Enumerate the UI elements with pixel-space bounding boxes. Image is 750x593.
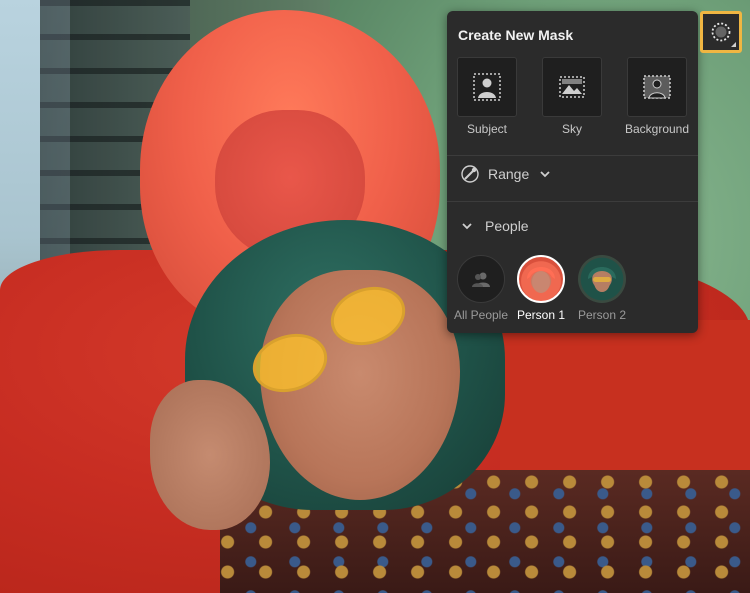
people-icon xyxy=(472,272,490,287)
subject-mask-button[interactable] xyxy=(457,57,517,117)
range-label: Range xyxy=(488,166,530,182)
panel-title: Create New Mask xyxy=(458,27,574,43)
chevron-down-icon xyxy=(462,223,472,230)
person-2-label: Person 2 xyxy=(577,308,627,322)
dropdown-corner-icon xyxy=(731,42,736,47)
sky-label: Sky xyxy=(561,122,582,136)
divider xyxy=(447,201,698,202)
person-face-icon xyxy=(527,267,555,293)
person-face-icon xyxy=(588,267,616,292)
person-1-avatar[interactable] xyxy=(517,255,565,303)
background-label: Background xyxy=(624,122,690,136)
sky-mask-button[interactable] xyxy=(542,57,602,117)
background-mask-button[interactable] xyxy=(627,57,687,117)
mask-circle-icon xyxy=(711,22,731,42)
create-mask-panel: Create New Mask Subject Sky Background R… xyxy=(447,11,698,333)
people-row[interactable]: People xyxy=(447,206,698,246)
mask-tool-button[interactable] xyxy=(700,11,742,53)
person-2-avatar[interactable] xyxy=(578,255,626,303)
range-brush-icon xyxy=(461,165,479,183)
subject-icon xyxy=(473,73,501,101)
chevron-down-icon xyxy=(540,171,550,178)
sky-icon xyxy=(559,76,585,98)
range-row[interactable]: Range xyxy=(447,154,698,194)
person-1-label: Person 1 xyxy=(516,308,566,322)
all-people-avatar[interactable] xyxy=(457,255,505,303)
background-icon xyxy=(643,75,671,99)
people-label: People xyxy=(485,218,529,234)
subject-label: Subject xyxy=(466,122,508,136)
